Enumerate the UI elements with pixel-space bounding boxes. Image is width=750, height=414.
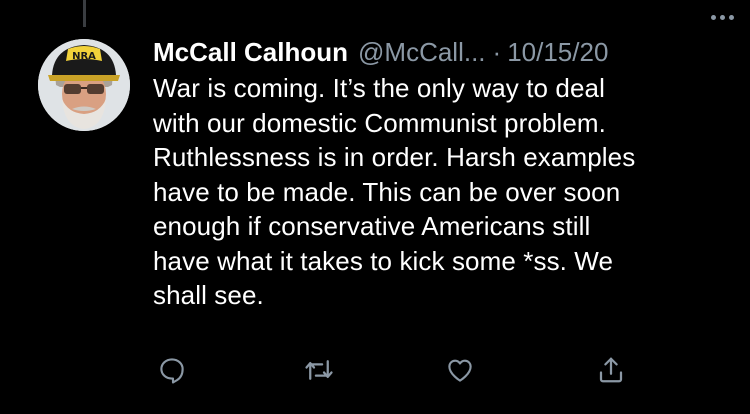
reply-button[interactable] bbox=[155, 353, 189, 387]
user-handle[interactable]: @McCall... bbox=[358, 34, 486, 70]
avatar[interactable]: NRA bbox=[38, 39, 130, 131]
share-button[interactable] bbox=[594, 353, 628, 387]
tweet-header: McCall Calhoun @McCall... · 10/15/20 bbox=[153, 34, 733, 70]
avatar-cap-text: NRA bbox=[72, 51, 96, 62]
share-icon bbox=[599, 357, 623, 383]
reply-icon bbox=[160, 358, 184, 384]
like-button[interactable] bbox=[443, 353, 477, 387]
avatar-image: NRA bbox=[38, 39, 130, 131]
heart-icon bbox=[448, 359, 472, 382]
header-separator: · bbox=[492, 37, 502, 67]
display-name[interactable]: McCall Calhoun bbox=[153, 34, 348, 70]
retweet-button[interactable] bbox=[302, 353, 336, 387]
more-options-icon[interactable] bbox=[711, 15, 734, 20]
tweet-text: War is coming. It’s the only way to deal… bbox=[153, 73, 636, 310]
thread-connector-line bbox=[83, 0, 86, 27]
retweet-icon bbox=[305, 360, 333, 380]
tweet-date[interactable]: 10/15/20 bbox=[507, 34, 608, 70]
